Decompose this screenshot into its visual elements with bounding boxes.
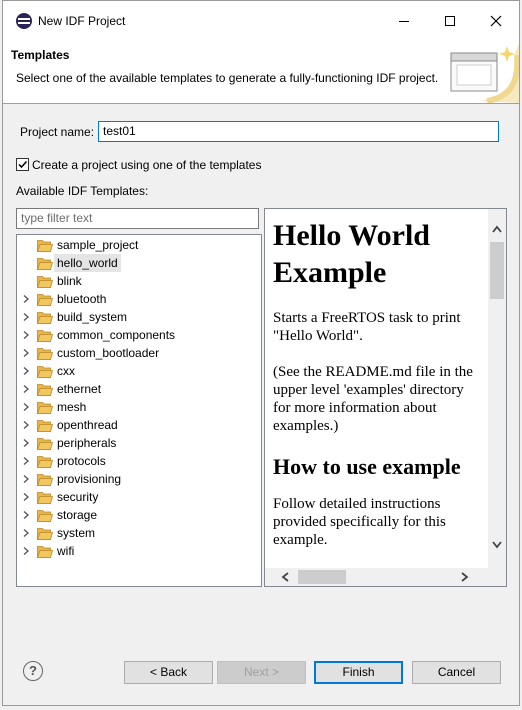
finish-button[interactable]: Finish <box>314 661 403 684</box>
use-template-label[interactable]: Create a project using one of the templa… <box>32 158 261 172</box>
tree-item-label: provisioning <box>57 472 122 486</box>
window-title: New IDF Project <box>38 14 126 28</box>
new-idf-project-dialog: New IDF Project Templates Select one of … <box>2 0 520 706</box>
scrollbar-thumb[interactable] <box>490 242 504 299</box>
chevron-right-icon[interactable] <box>22 349 30 357</box>
folder-icon <box>37 420 53 432</box>
tree-item-label: protocols <box>57 454 106 468</box>
wizard-banner-icon <box>450 43 519 103</box>
page-title: Templates <box>11 48 70 62</box>
chevron-right-icon[interactable] <box>22 385 30 393</box>
chevron-right-icon[interactable] <box>22 439 30 447</box>
folder-icon <box>37 330 53 342</box>
maximize-icon <box>445 16 455 26</box>
back-button[interactable]: < Back <box>124 661 213 684</box>
project-name-input[interactable]: test01 <box>98 121 499 142</box>
minimize-icon <box>399 21 409 22</box>
chevron-right-icon[interactable] <box>22 511 30 519</box>
tree-item-label: common_components <box>57 328 176 342</box>
folder-icon <box>37 492 53 504</box>
tree-item-label: ethernet <box>57 382 102 396</box>
preview-paragraph: Starts a FreeRTOS task to print "Hello W… <box>273 310 461 344</box>
available-templates-label: Available IDF Templates: <box>16 184 149 198</box>
folder-icon <box>37 348 53 360</box>
use-template-checkbox[interactable] <box>16 158 29 171</box>
folder-icon <box>37 546 53 558</box>
scroll-right-icon[interactable] <box>461 572 469 582</box>
chevron-right-icon[interactable] <box>22 547 30 555</box>
tree-item-label: storage <box>57 508 98 522</box>
chevron-right-icon[interactable] <box>22 403 30 411</box>
preview-heading: Hello World Example <box>273 219 430 289</box>
folder-icon <box>37 366 53 378</box>
preview-subheading: How to use example <box>273 454 461 479</box>
maximize-button[interactable] <box>427 1 473 41</box>
tree-item-label: wifi <box>57 544 75 558</box>
scrollbar-corner <box>488 568 506 586</box>
chevron-right-icon[interactable] <box>22 295 30 303</box>
next-button[interactable]: Next > <box>217 661 306 684</box>
folder-icon <box>37 402 53 414</box>
scroll-up-icon[interactable] <box>492 225 502 233</box>
close-icon <box>490 15 502 27</box>
chevron-right-icon[interactable] <box>22 475 30 483</box>
title-bar[interactable]: New IDF Project <box>3 1 519 41</box>
help-button[interactable]: ? <box>23 661 43 681</box>
tree-item-label: sample_project <box>57 238 139 252</box>
folder-icon <box>37 474 53 486</box>
folder-icon <box>37 294 53 306</box>
tree-item-label: mesh <box>57 400 87 414</box>
folder-icon <box>37 384 53 396</box>
folder-icon <box>37 510 53 522</box>
wizard-header: Templates Select one of the available te… <box>3 41 519 104</box>
preview-paragraph: Follow detailed instructions provided sp… <box>273 496 446 548</box>
chevron-right-icon[interactable] <box>22 331 30 339</box>
preview-content: Hello World Example Starts a FreeRTOS ta… <box>273 217 483 567</box>
eclipse-icon <box>16 13 32 29</box>
chevron-right-icon[interactable] <box>22 367 30 375</box>
tree-item-label: build_system <box>57 310 128 324</box>
close-button[interactable] <box>473 1 519 41</box>
scroll-left-icon[interactable] <box>281 572 289 582</box>
template-filter-input[interactable]: type filter text <box>16 208 259 229</box>
checkmark-icon <box>18 160 28 169</box>
tree-item-label: bluetooth <box>57 292 107 306</box>
tree-item-label: blink <box>57 274 82 288</box>
horizontal-scrollbar[interactable] <box>265 568 490 586</box>
chevron-right-icon[interactable] <box>22 493 30 501</box>
folder-icon <box>37 240 53 252</box>
project-name-label: Project name: <box>20 125 95 139</box>
scrollbar-thumb[interactable] <box>298 570 346 584</box>
tree-item-label: openthread <box>57 418 118 432</box>
cancel-button[interactable]: Cancel <box>412 661 501 684</box>
chevron-right-icon[interactable] <box>22 529 30 537</box>
tree-item-label: security <box>57 490 99 504</box>
folder-icon <box>37 528 53 540</box>
tree-item-label: peripherals <box>57 436 117 450</box>
tree-item-label: system <box>57 526 96 540</box>
template-tree[interactable]: sample_project hello_worldblink bluetooth b… <box>16 234 262 587</box>
vertical-scrollbar[interactable] <box>488 209 506 568</box>
page-description: Select one of the available templates to… <box>16 71 439 85</box>
folder-icon <box>37 438 53 450</box>
template-preview[interactable]: Hello World Example Starts a FreeRTOS ta… <box>264 208 507 587</box>
scroll-down-icon[interactable] <box>492 541 502 549</box>
folder-icon <box>37 258 53 270</box>
chevron-right-icon[interactable] <box>22 313 30 321</box>
folder-icon <box>37 312 53 324</box>
tree-item-label: hello_world <box>54 254 121 272</box>
preview-paragraph: (See the README.md file in the upper lev… <box>273 364 473 434</box>
chevron-right-icon[interactable] <box>22 457 30 465</box>
folder-icon <box>37 276 53 288</box>
minimize-button[interactable] <box>381 1 427 41</box>
tree-item-label: cxx <box>57 364 75 378</box>
folder-icon <box>37 456 53 468</box>
chevron-right-icon[interactable] <box>22 421 30 429</box>
tree-item-label: custom_bootloader <box>57 346 160 360</box>
